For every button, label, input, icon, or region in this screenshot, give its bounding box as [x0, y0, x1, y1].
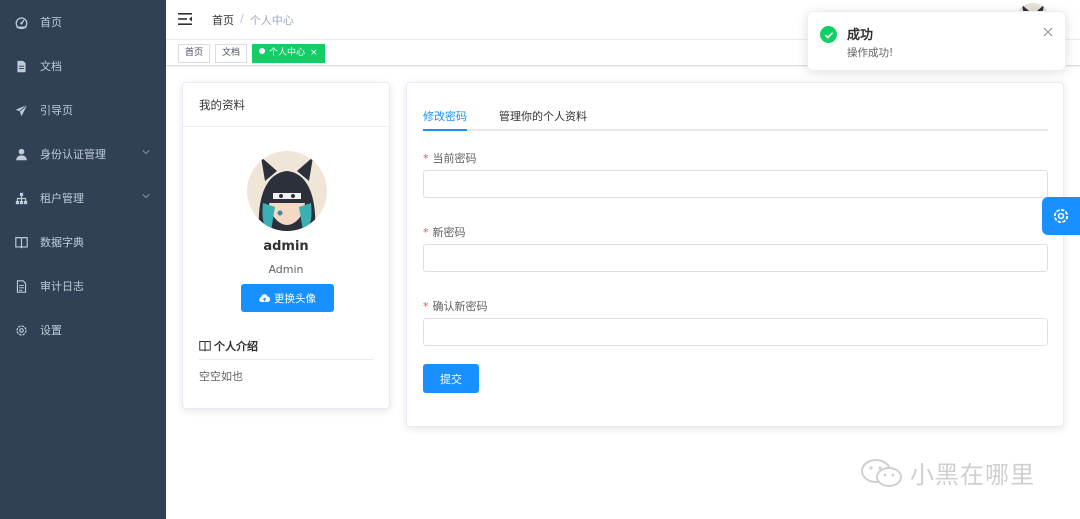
password-card: 修改密码 管理你的个人资料 * 当前密码 * 新密码 * 确认新密码 提交 [406, 82, 1064, 427]
book-icon [199, 341, 211, 352]
sidebar-item-guide[interactable]: 引导页 [0, 88, 166, 132]
new-password-label: * 新密码 [423, 224, 466, 240]
tag-profile-center[interactable]: 个人中心 × [252, 44, 325, 63]
sidebar-item-audit-log[interactable]: 审计日志 [0, 264, 166, 308]
required-mark: * [423, 226, 429, 239]
intro-title: 个人介绍 [199, 338, 258, 354]
sidebar-item-docs[interactable]: 文档 [0, 44, 166, 88]
watermark-text: 小黑在哪里 [910, 461, 1035, 489]
label-text: 确认新密码 [432, 300, 488, 313]
tag-home[interactable]: 首页 [178, 44, 211, 63]
submit-button[interactable]: 提交 [423, 364, 479, 393]
gear-icon [14, 323, 28, 337]
sidebar-item-label: 身份认证管理 [40, 148, 106, 161]
current-password-input[interactable] [423, 170, 1048, 198]
wechat-icon [861, 458, 902, 487]
sidebar-item-dictionary[interactable]: 数据字典 [0, 220, 166, 264]
sidebar-item-home[interactable]: 首页 [0, 0, 166, 44]
chevron-down-icon [142, 150, 150, 155]
hamburger-icon[interactable] [178, 12, 192, 26]
success-notification: 成功 操作成功! [807, 11, 1066, 71]
confirm-password-input[interactable] [423, 318, 1048, 346]
sidebar-item-label: 审计日志 [40, 280, 84, 293]
user-icon [14, 147, 28, 161]
success-check-icon [820, 26, 837, 43]
required-mark: * [423, 152, 429, 165]
label-text: 新密码 [432, 226, 466, 239]
profile-card: 我的资料 admin Admin 更换头像 个人介绍 空空如也 [182, 82, 390, 409]
required-mark: * [423, 300, 429, 313]
log-icon [14, 279, 28, 293]
current-password-label: * 当前密码 [423, 150, 477, 166]
dashboard-icon [14, 15, 28, 29]
breadcrumb-home[interactable]: 首页 [212, 12, 234, 28]
change-avatar-button[interactable]: 更换头像 [241, 284, 334, 312]
intro-title-label: 个人介绍 [214, 340, 258, 353]
sidebar-item-label: 租户管理 [40, 192, 84, 205]
book-icon [14, 235, 28, 249]
tabs: 修改密码 管理你的个人资料 [423, 106, 1048, 131]
watermark: 小黑在哪里 [860, 455, 1035, 490]
sidebar-item-label: 设置 [40, 324, 62, 337]
sidebar-item-label: 首页 [40, 16, 62, 29]
confirm-password-label: * 确认新密码 [423, 298, 488, 314]
active-dot-icon [259, 48, 265, 54]
tab-active-indicator [423, 129, 467, 131]
tag-docs[interactable]: 文档 [215, 44, 248, 63]
sidebar-item-label: 数据字典 [40, 236, 84, 249]
username: admin [263, 239, 309, 254]
close-icon[interactable] [1043, 27, 1053, 37]
breadcrumb: 首页 / 个人中心 [212, 12, 294, 28]
gear-icon [1053, 208, 1069, 224]
user-avatar [247, 151, 327, 231]
guide-icon [14, 103, 28, 117]
sidebar-item-identity[interactable]: 身份认证管理 [0, 132, 166, 176]
intro-text: 空空如也 [199, 370, 243, 383]
tag-label: 文档 [222, 48, 241, 58]
sidebar-item-label: 文档 [40, 60, 62, 73]
sidebar-item-label: 引导页 [40, 104, 73, 117]
change-avatar-label: 更换头像 [274, 292, 316, 305]
tree-icon [14, 191, 28, 205]
close-icon[interactable]: × [310, 48, 318, 58]
cloud-upload-icon [259, 293, 270, 302]
tab-change-password[interactable]: 修改密码 [423, 108, 467, 124]
tag-label: 个人中心 [269, 48, 306, 58]
user-role: Admin [268, 263, 304, 276]
document-icon [14, 59, 28, 73]
sidebar-item-tenant[interactable]: 租户管理 [0, 176, 166, 220]
chevron-down-icon [142, 194, 150, 199]
label-text: 当前密码 [432, 152, 477, 165]
notification-title: 成功 [847, 28, 874, 43]
new-password-input[interactable] [423, 244, 1048, 272]
sidebar: 首页 文档 引导页 身份认证管理 租户管理 数据字典 审计日志 设置 [0, 0, 166, 519]
settings-drawer-button[interactable] [1042, 197, 1080, 235]
tag-label: 首页 [185, 48, 204, 58]
breadcrumb-separator: / [240, 12, 244, 25]
breadcrumb-current: 个人中心 [249, 14, 294, 27]
notification-message: 操作成功! [847, 47, 894, 59]
sidebar-item-settings[interactable]: 设置 [0, 308, 166, 352]
tab-manage-profile[interactable]: 管理你的个人资料 [499, 108, 587, 124]
divider [199, 359, 373, 360]
card-title: 我的资料 [183, 83, 389, 127]
main-content: 我的资料 admin Admin 更换头像 个人介绍 空空如也 修改密码 管理你… [166, 67, 1080, 519]
